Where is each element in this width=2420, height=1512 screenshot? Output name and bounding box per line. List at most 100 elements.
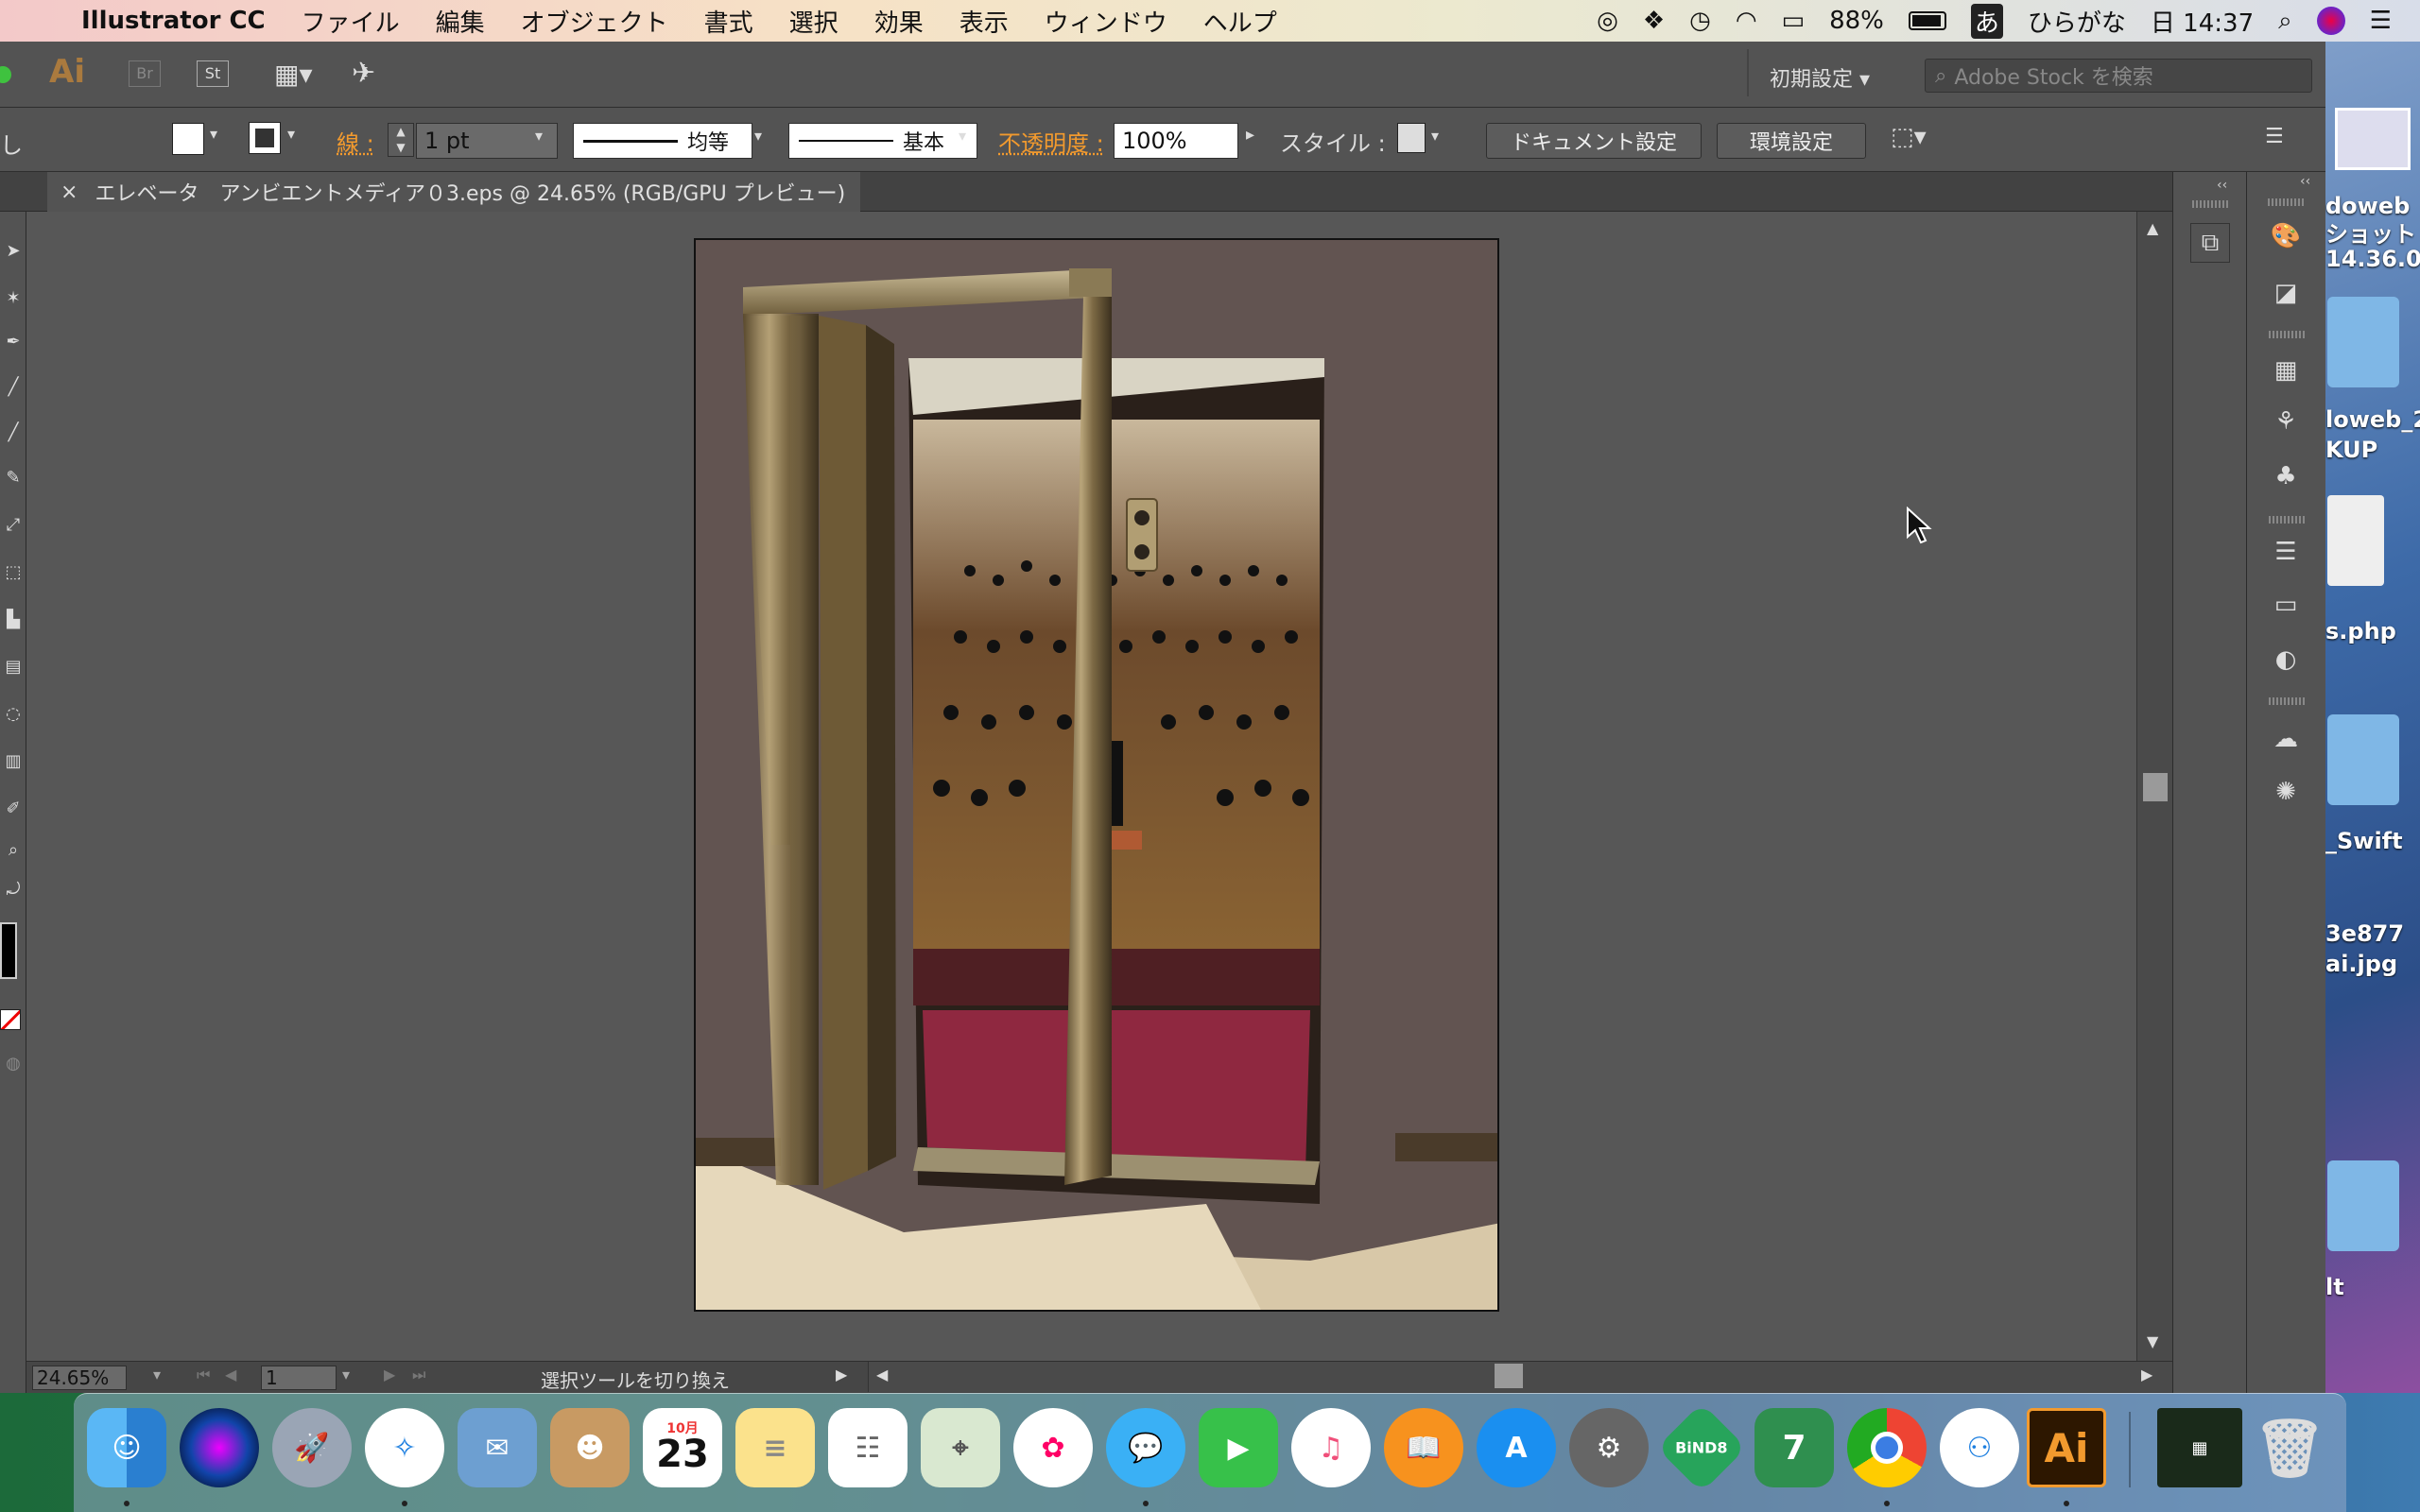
vertical-scrollbar[interactable]: ▲ ▼ <box>2136 212 2172 1361</box>
collapse-dock-icon[interactable]: ‹‹ <box>2300 174 2310 189</box>
opacity-flyout-icon[interactable]: ▸ <box>1246 125 1254 145</box>
maps-icon[interactable]: ⌖ <box>921 1408 1000 1487</box>
artboard[interactable] <box>694 238 1499 1312</box>
transparency-panel-icon[interactable]: ◐ <box>2267 641 2305 679</box>
collapse-panels-icon[interactable]: ‹‹ <box>2217 178 2227 193</box>
airplay-icon[interactable]: ▭ <box>1782 7 1806 35</box>
artboards-panel-icon[interactable]: ⧉ <box>2190 223 2230 263</box>
menu-edit[interactable]: 編集 <box>436 4 485 39</box>
itunes-icon[interactable]: ♫ <box>1291 1408 1371 1487</box>
desktop-label[interactable]: 14.36.0 <box>2325 246 2420 272</box>
panel-menu-icon[interactable]: ☰ <box>2265 125 2284 148</box>
clock[interactable]: 日 14:37 <box>2151 4 2254 39</box>
desktop-label[interactable]: KUP <box>2325 437 2420 463</box>
last-artboard-icon[interactable]: ⏭ <box>412 1366 425 1384</box>
menu-app-name[interactable]: Illustrator CC <box>81 7 266 35</box>
swap-colors-icon[interactable]: ⤾ <box>2 879 25 902</box>
stroke-swatch[interactable] <box>249 122 281 154</box>
reminders-icon[interactable]: ☷ <box>828 1408 908 1487</box>
ibooks-icon[interactable]: 📖 <box>1384 1408 1463 1487</box>
photo-booth-icon[interactable]: ⚇ <box>1940 1408 2019 1487</box>
desktop-label[interactable]: 3e877 <box>2325 920 2420 947</box>
desktop-screenshot-thumbnail[interactable] <box>2335 108 2411 170</box>
menu-type[interactable]: 書式 <box>704 4 753 39</box>
scroll-up-icon[interactable]: ▲ <box>2147 219 2158 237</box>
mail-icon[interactable]: ✉ <box>458 1408 537 1487</box>
desktop-label[interactable]: loweb_2 <box>2325 406 2420 433</box>
gradient-tool-icon[interactable]: ▤ <box>2 656 25 679</box>
messages-icon[interactable]: 💬 <box>1106 1408 1185 1487</box>
vertical-scroll-thumb[interactable] <box>2143 773 2168 801</box>
variable-width-profile[interactable]: 均等 <box>573 123 752 159</box>
siri-dock-icon[interactable] <box>180 1408 259 1487</box>
stroke-panel-icon[interactable]: ☰ <box>2267 533 2305 571</box>
shape-builder-tool-icon[interactable]: ◌ <box>2 703 25 726</box>
chrome-icon[interactable] <box>1847 1408 1927 1487</box>
next-artboard-icon[interactable]: ▶ <box>384 1366 395 1383</box>
bind7-window-thumbnail[interactable]: ▦ <box>2157 1408 2242 1487</box>
siri-icon[interactable] <box>2316 7 2345 35</box>
previous-artboard-icon[interactable]: ◀ <box>225 1366 236 1383</box>
window-zoom-icon[interactable] <box>0 66 11 83</box>
column-graph-tool-icon[interactable]: ▥ <box>2 750 25 773</box>
line-tool-icon[interactable]: ╱ <box>2 376 25 399</box>
desktop-folder-icon[interactable] <box>2327 714 2399 805</box>
color-panel-icon[interactable]: 🎨 <box>2267 217 2305 255</box>
desktop-file-icon[interactable] <box>2327 495 2384 586</box>
free-transform-tool-icon[interactable]: ⬚ <box>2 561 25 584</box>
color-guide-icon[interactable]: ◪ <box>2267 274 2305 312</box>
notification-center-icon[interactable]: ☰ <box>2370 7 2392 35</box>
stock-search-input[interactable]: ⌕ Adobe Stock を検索 <box>1925 59 2312 93</box>
menu-select[interactable]: 選択 <box>789 4 838 39</box>
bind7-icon[interactable]: 7 <box>1754 1408 1834 1487</box>
stroke-dropdown-icon[interactable]: ▾ <box>287 125 295 143</box>
zoom-level-input[interactable]: 24.65% <box>32 1366 127 1390</box>
graphic-style-dropdown-icon[interactable]: ▾ <box>1431 127 1439 145</box>
horizontal-scroll-thumb[interactable] <box>1495 1364 1523 1388</box>
scroll-left-icon[interactable]: ◀ <box>876 1366 888 1383</box>
close-tab-icon[interactable]: × <box>60 180 78 204</box>
symbols-panel-icon[interactable]: ♣ <box>2267 457 2305 495</box>
battery-icon[interactable] <box>1908 11 1946 30</box>
draw-mode-icon[interactable]: ◍ <box>2 1053 25 1075</box>
selection-tool-icon[interactable]: ➤ <box>2 240 25 263</box>
finder-icon[interactable]: ☺ <box>87 1408 166 1487</box>
graphic-style-swatch[interactable] <box>1397 123 1426 153</box>
workspace-switcher[interactable]: 初期設定 ▾ <box>1770 62 1870 93</box>
scroll-down-icon[interactable]: ▼ <box>2147 1332 2158 1350</box>
graph-tool-icon[interactable]: ▙ <box>2 609 25 631</box>
magic-wand-tool-icon[interactable]: ✶ <box>2 287 25 310</box>
menu-help[interactable]: ヘルプ <box>1203 4 1277 39</box>
document-setup-button[interactable]: ドキュメント設定 <box>1486 123 1702 159</box>
canvas-area[interactable] <box>26 212 2136 1361</box>
calendar-icon[interactable]: 10月 23 <box>643 1408 722 1487</box>
document-tab[interactable]: × エレベータ アンビエントメディア０3.eps @ 24.65% (RGB/G… <box>47 172 860 212</box>
brush-dropdown-icon[interactable]: ▾ <box>959 127 966 145</box>
preferences-button[interactable]: 環境設定 <box>1717 123 1866 159</box>
stroke-label[interactable]: 線 : <box>337 125 374 158</box>
horizontal-scrollbar[interactable]: ◀ ▶ <box>868 1362 2172 1392</box>
artboard-number-input[interactable]: 1 <box>261 1366 337 1390</box>
none-color-icon[interactable] <box>0 1009 21 1030</box>
desktop-label[interactable]: lt <box>2325 1274 2420 1300</box>
menu-window[interactable]: ウィンドウ <box>1045 4 1167 39</box>
stock-button[interactable]: St <box>197 60 229 87</box>
opacity-label[interactable]: 不透明度 : <box>998 125 1104 158</box>
stroke-color-icon[interactable] <box>0 922 17 979</box>
profile-dropdown-icon[interactable]: ▾ <box>754 127 762 145</box>
spotlight-icon[interactable]: ⌕ <box>2278 7 2292 36</box>
contacts-icon[interactable]: ☻ <box>550 1408 630 1487</box>
artboard-dropdown-icon[interactable]: ▾ <box>342 1366 350 1383</box>
gradient-panel-icon[interactable]: ▭ <box>2267 586 2305 624</box>
system-preferences-icon[interactable]: ⚙ <box>1569 1408 1649 1487</box>
menu-effect[interactable]: 効果 <box>874 4 924 39</box>
desktop-label[interactable]: ショット <box>2325 215 2420 249</box>
desktop-folder-icon[interactable] <box>2327 297 2399 387</box>
scroll-right-icon[interactable]: ▶ <box>2141 1366 2152 1383</box>
appearance-panel-icon[interactable]: ✺ <box>2267 773 2305 811</box>
input-mode-icon[interactable]: あ <box>1970 3 2003 39</box>
app-store-icon[interactable]: A <box>1477 1408 1556 1487</box>
paintbrush-tool-icon[interactable]: ╱ <box>2 421 25 444</box>
status-menu-icon[interactable]: ▶ <box>836 1366 847 1383</box>
align-to-icon[interactable]: ⬚▾ <box>1891 123 1927 151</box>
